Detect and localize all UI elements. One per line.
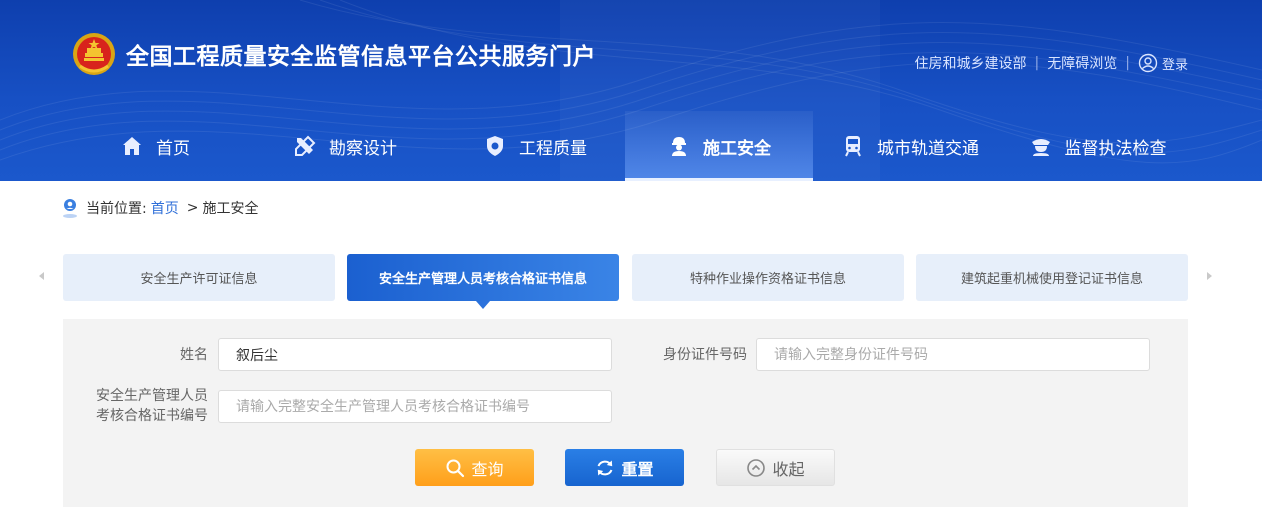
nav-item-home[interactable]: 首页 (90, 111, 220, 181)
nav-item-engineering-quality[interactable]: 工程质量 (460, 111, 610, 181)
id-number-label: 身份证件号码 (663, 347, 747, 363)
top-links: 住房和城乡建设部 | 无障碍浏览 | 登录 (915, 53, 1188, 73)
nav-label: 工程质量 (519, 138, 587, 159)
officer-icon (1031, 139, 1050, 156)
certificate-number-label: 安全生产管理人员 考核合格证书编号 (63, 386, 208, 426)
national-emblem-icon (73, 33, 115, 75)
breadcrumb-current: 施工安全 (202, 201, 259, 217)
tab-label: 安全生产许可证信息 (140, 272, 258, 287)
tab-label: 建筑起重机械使用登记证书信息 (960, 272, 1143, 287)
mohurd-link[interactable]: 住房和城乡建设部 (915, 53, 1027, 73)
tab-safety-manager-certificate[interactable]: 安全生产管理人员考核合格证书信息 (347, 254, 619, 309)
refresh-icon (598, 460, 613, 475)
login-label: 登录 (1161, 57, 1188, 73)
nav-label: 勘察设计 (329, 138, 397, 159)
main-nav: 首页 勘察设计 工程质量 施工安全 城市轨道交通 监督执法检查 (0, 111, 1262, 181)
search-icon (446, 459, 465, 477)
nav-label: 城市轨道交通 (877, 138, 979, 159)
reset-label: 重置 (621, 461, 654, 479)
tab-next-arrow-icon[interactable] (1203, 268, 1215, 284)
certificate-label-line2: 考核合格证书编号 (96, 408, 208, 424)
certificate-label-line1: 安全生产管理人员 (96, 388, 208, 404)
tools-icon (295, 135, 316, 156)
site-title: 全国工程质量安全监管信息平台公共服务门户 (126, 44, 596, 70)
breadcrumb-home-link[interactable]: 首页 (151, 198, 179, 218)
breadcrumb-prefix: 当前位置: (86, 201, 147, 217)
breadcrumb-separator: > (186, 200, 199, 216)
name-input[interactable] (218, 338, 612, 371)
site-logo[interactable]: 全国工程质量安全监管信息平台公共服务门户 (72, 32, 596, 76)
user-icon (1138, 53, 1158, 73)
train-icon (845, 136, 861, 157)
nav-item-urban-rail[interactable]: 城市轨道交通 (830, 111, 990, 181)
link-separator: | (1034, 55, 1040, 71)
query-label: 查询 (471, 461, 504, 479)
collapse-label: 收起 (772, 461, 805, 479)
login-link[interactable]: 登录 (1138, 53, 1188, 73)
nav-item-supervision-inspection[interactable]: 监督执法检查 (1015, 111, 1180, 181)
link-separator: | (1125, 55, 1130, 71)
nav-item-survey-design[interactable]: 勘察设计 (270, 111, 420, 181)
site-header: 全国工程质量安全监管信息平台公共服务门户 住房和城乡建设部 | 无障碍浏览 | … (0, 0, 1262, 181)
reset-button[interactable]: 重置 (565, 449, 684, 486)
tab-crane-registration-certificate[interactable]: 建筑起重机械使用登记证书信息 (916, 254, 1188, 301)
chevron-up-circle-icon (747, 458, 766, 477)
tab-safety-production-license[interactable]: 安全生产许可证信息 (63, 254, 335, 301)
tab-special-operation-certificate[interactable]: 特种作业操作资格证书信息 (632, 254, 904, 301)
certificate-number-input[interactable] (218, 390, 612, 423)
nav-label: 监督执法检查 (1064, 138, 1167, 159)
nav-label: 首页 (156, 138, 190, 159)
name-label: 姓名 (180, 347, 208, 363)
breadcrumb: 当前位置: 首页 > 施工安全 (62, 198, 258, 218)
tab-prev-arrow-icon[interactable] (36, 268, 48, 284)
search-form-panel: 姓名 身份证件号码 安全生产管理人员 考核合格证书编号 查询 重置 收起 (63, 319, 1188, 507)
nav-label: 施工安全 (703, 138, 771, 159)
nav-item-construction-safety[interactable]: 施工安全 (625, 111, 813, 181)
id-number-input[interactable] (756, 338, 1150, 371)
collapse-button[interactable]: 收起 (716, 449, 835, 486)
location-pin-icon (63, 199, 77, 218)
tab-label: 安全生产管理人员考核合格证书信息 (378, 272, 587, 287)
worker-icon (672, 137, 686, 156)
tab-label: 特种作业操作资格证书信息 (689, 272, 846, 287)
home-icon (123, 137, 141, 155)
shield-icon (487, 136, 503, 156)
query-button[interactable]: 查询 (415, 449, 534, 486)
accessibility-link[interactable]: 无障碍浏览 (1047, 53, 1117, 73)
